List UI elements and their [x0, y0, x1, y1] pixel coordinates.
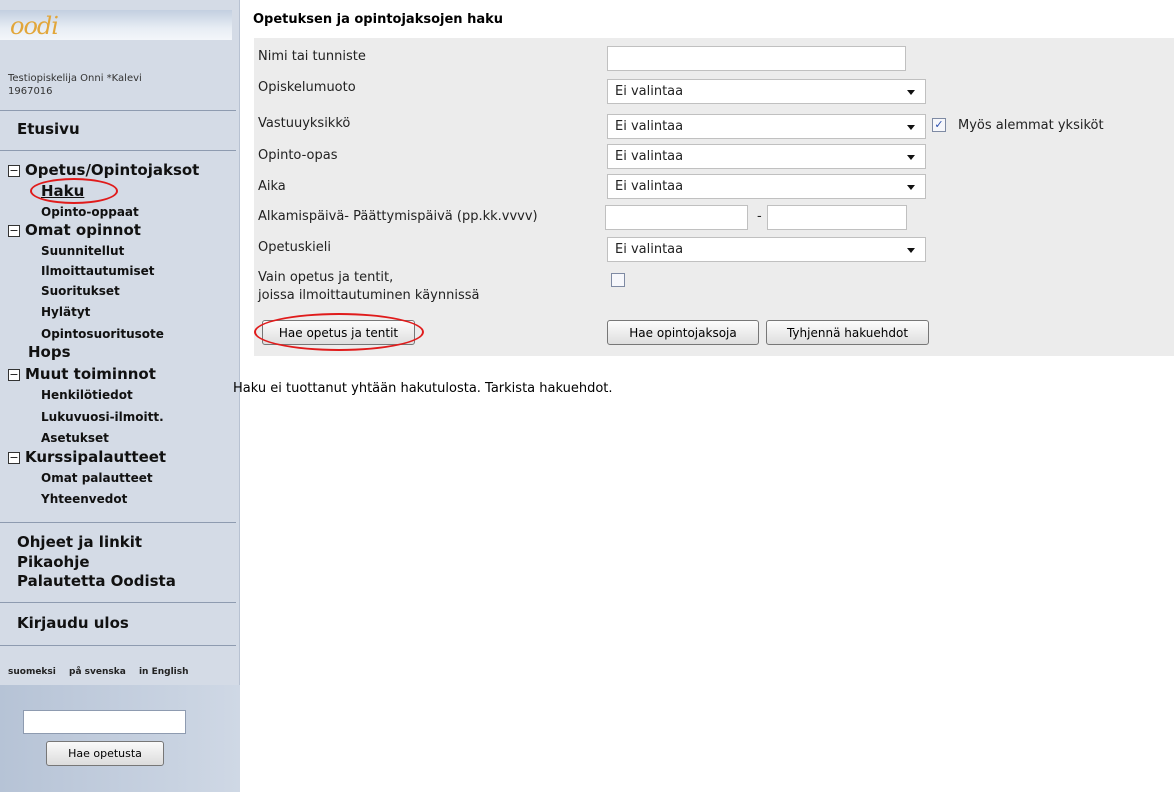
nav-item-suunnitellut[interactable]: Suunnitellut: [41, 244, 124, 258]
nav-item-ilmoittautumiset[interactable]: Ilmoittautumiset: [41, 264, 154, 278]
start-date-input[interactable]: [605, 205, 748, 230]
nav-home-link[interactable]: Etusivu: [17, 120, 80, 138]
name-input[interactable]: [607, 46, 906, 71]
nav-link-pikaohje[interactable]: Pikaohje: [17, 553, 90, 571]
divider: [0, 522, 236, 523]
clear-criteria-button[interactable]: Tyhjennä hakuehdot: [766, 320, 929, 345]
user-id: 1967016: [8, 86, 53, 97]
study-mode-select[interactable]: Ei valintaa: [607, 79, 926, 104]
time-label: Aika: [258, 179, 286, 194]
nav-item-henkilotiedot[interactable]: Henkilötiedot: [41, 388, 133, 402]
nav-section-opetus[interactable]: − Opetus/Opintojaksot: [8, 161, 199, 179]
collapse-icon[interactable]: −: [8, 225, 20, 237]
nav-item-hops[interactable]: Hops: [28, 343, 71, 361]
no-results-message: Haku ei tuottanut yhtään hakutulosta. Ta…: [233, 381, 613, 396]
nav-section-kurssipalautteet[interactable]: − Kurssipalautteet: [8, 448, 166, 466]
nav-section-label: Kurssipalautteet: [25, 448, 167, 466]
end-date-input[interactable]: [767, 205, 907, 230]
annotation-circle-search-button: [254, 313, 424, 351]
dropdown-arrow-icon: [907, 90, 915, 95]
dropdown-arrow-icon: [907, 155, 915, 160]
time-select[interactable]: Ei valintaa: [607, 174, 926, 199]
select-value: Ei valintaa: [615, 179, 684, 194]
unit-select[interactable]: Ei valintaa: [607, 114, 926, 139]
lang-link-sv[interactable]: på svenska: [69, 667, 126, 677]
date-separator: -: [757, 209, 762, 224]
page-title: Opetuksen ja opintojaksojen haku: [253, 12, 503, 27]
nav-section-label: Opetus/Opintojaksot: [25, 161, 200, 179]
lang-link-en[interactable]: in English: [139, 667, 189, 677]
language-switcher: suomeksi på svenska in English: [8, 667, 199, 677]
include-subunits-checkbox[interactable]: ✓: [932, 118, 946, 132]
language-select[interactable]: Ei valintaa: [607, 237, 926, 262]
guide-label: Opinto-opas: [258, 148, 338, 163]
logo: oodi: [0, 10, 232, 40]
select-value: Ei valintaa: [615, 242, 684, 257]
divider: [0, 645, 236, 646]
divider: [0, 602, 236, 603]
user-name: Testiopiskelija Onni *Kalevi: [8, 73, 142, 84]
nav-item-hylatyt[interactable]: Hylätyt: [41, 305, 90, 319]
divider: [0, 110, 236, 111]
nav-link-ohjeet[interactable]: Ohjeet ja linkit: [17, 533, 142, 551]
sidebar-search-area: [0, 685, 240, 792]
annotation-circle-haku: [30, 178, 118, 204]
nav-item-opintosuoritusote[interactable]: Opintosuoritusote: [41, 327, 164, 341]
nav-item-suoritukset[interactable]: Suoritukset: [41, 284, 120, 298]
oodi-logo[interactable]: oodi: [10, 12, 59, 40]
select-value: Ei valintaa: [615, 149, 684, 164]
nav-item-opinto-oppaat[interactable]: Opinto-oppaat: [41, 205, 139, 219]
nav-item-asetukset[interactable]: Asetukset: [41, 431, 109, 445]
collapse-icon[interactable]: −: [8, 452, 20, 464]
nav-section-muut-toiminnot[interactable]: − Muut toiminnot: [8, 365, 156, 383]
search-courses-button[interactable]: Hae opintojaksoja: [607, 320, 759, 345]
sidebar-search-button[interactable]: Hae opetusta: [46, 741, 164, 766]
nav-section-omat-opinnot[interactable]: − Omat opinnot: [8, 221, 141, 239]
sidebar-search-input[interactable]: [23, 710, 186, 734]
lang-link-fi[interactable]: suomeksi: [8, 667, 56, 677]
only-open-label-line1: Vain opetus ja tentit,: [258, 270, 394, 285]
only-open-checkbox[interactable]: [611, 273, 625, 287]
unit-label: Vastuuyksikkö: [258, 116, 351, 131]
nav-item-omat-palautteet[interactable]: Omat palautteet: [41, 471, 153, 485]
include-subunits-label: Myös alemmat yksiköt: [958, 118, 1104, 133]
study-mode-label: Opiskelumuoto: [258, 80, 356, 95]
nav-link-palautetta[interactable]: Palautetta Oodista: [17, 572, 176, 590]
language-label: Opetuskieli: [258, 240, 331, 255]
collapse-icon[interactable]: −: [8, 369, 20, 381]
dropdown-arrow-icon: [907, 125, 915, 130]
collapse-icon[interactable]: −: [8, 165, 20, 177]
dropdown-arrow-icon: [907, 185, 915, 190]
name-label: Nimi tai tunniste: [258, 49, 366, 64]
nav-section-label: Muut toiminnot: [25, 365, 156, 383]
logout-link[interactable]: Kirjaudu ulos: [17, 614, 129, 632]
nav-section-label: Omat opinnot: [25, 221, 141, 239]
nav-item-yhteenvedot[interactable]: Yhteenvedot: [41, 492, 127, 506]
select-value: Ei valintaa: [615, 119, 684, 134]
sidebar: oodi Testiopiskelija Onni *Kalevi 196701…: [0, 0, 240, 792]
dates-label: Alkamispäivä- Päättymispäivä (pp.kk.vvvv…: [258, 209, 538, 224]
divider: [0, 150, 236, 151]
only-open-label-line2: joissa ilmoittautuminen käynnissä: [258, 288, 480, 303]
nav-item-lukuvuosi-ilmoitt[interactable]: Lukuvuosi-ilmoitt.: [41, 410, 164, 424]
dropdown-arrow-icon: [907, 248, 915, 253]
select-value: Ei valintaa: [615, 84, 684, 99]
guide-select[interactable]: Ei valintaa: [607, 144, 926, 169]
